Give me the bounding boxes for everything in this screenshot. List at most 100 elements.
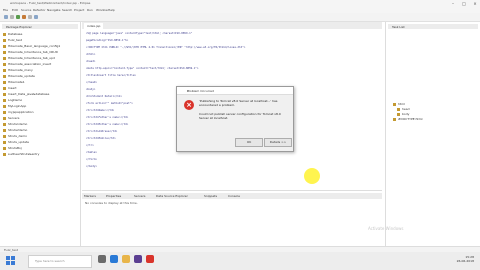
menu-item[interactable]: File (3, 8, 8, 12)
outline-item[interactable]: html (393, 102, 405, 106)
menu-item[interactable]: Window (96, 8, 108, 12)
folder-icon (3, 146, 6, 150)
code-line: <!DOCTYPE html PUBLIC "-//W3C//DTD HTML … (86, 46, 246, 49)
project-item[interactable]: StrutsBoj (3, 146, 22, 150)
project-label: Insert (8, 86, 17, 90)
menu-item[interactable]: Navigate (47, 8, 60, 12)
folder-icon (3, 86, 6, 90)
menu-item[interactable]: Search (62, 8, 72, 12)
folder-icon (3, 122, 6, 126)
project-item[interactable]: LogDemo (3, 98, 22, 102)
title-bar: workspace - Fuzz_test/WebContent/index.j… (0, 0, 480, 7)
console-tab[interactable]: Snippets (204, 194, 217, 198)
package-explorer-title: Package Explorer (6, 25, 32, 29)
code-line: </head> (86, 81, 97, 84)
code-line: <%@ page language="java" contentType="te… (86, 32, 193, 35)
project-item[interactable]: Hibernate1 (3, 80, 25, 84)
console-tab[interactable]: Console (228, 194, 240, 198)
menu-item[interactable]: Edit (12, 8, 18, 12)
project-label: Struts_demo (8, 134, 27, 138)
project-item[interactable]: Hibernate_Basic_language_config1 (3, 44, 60, 48)
project-item[interactable]: Hibernate_many (3, 68, 33, 72)
edge-icon[interactable] (110, 255, 118, 263)
tab-index-jsp[interactable]: index.jsp (84, 23, 104, 29)
project-item[interactable]: Struts2demo (3, 128, 27, 132)
save-icon[interactable] (10, 15, 14, 19)
console-tab[interactable]: Properties (106, 194, 121, 198)
folder-icon (3, 80, 6, 84)
project-label: Insert_Data_java&database (8, 92, 50, 96)
menu-item[interactable]: Source (21, 8, 31, 12)
project-item[interactable]: Struts_update (3, 140, 29, 144)
start-icon[interactable] (6, 256, 15, 265)
folder-icon (3, 152, 6, 156)
error-dialog: Problem Occurred × × 'Publishing to Tomc… (176, 86, 294, 152)
editor-tabs: index.jsp (82, 22, 382, 29)
debug-icon[interactable] (22, 15, 26, 19)
ok-button[interactable]: OK (235, 138, 263, 147)
folder-icon (3, 50, 6, 54)
task-view-icon[interactable] (98, 255, 106, 263)
project-item[interactable]: Servers (3, 116, 19, 120)
menu-item[interactable]: Refactor (33, 8, 46, 12)
console-tab[interactable]: Markers (84, 194, 96, 198)
project-item[interactable]: Hibernate_association_insert (3, 62, 51, 66)
console-tabs: Markers Properties Servers Data Source Expl… (82, 193, 382, 199)
chrome-icon[interactable] (146, 255, 154, 263)
menu-item[interactable]: Run (87, 8, 93, 12)
code-line: <tr><td>Mobile</td> (86, 137, 116, 140)
project-item[interactable]: Struts_demo (3, 134, 27, 138)
code-line: <head> (86, 60, 96, 63)
folder-icon (3, 56, 6, 60)
folder-icon (3, 98, 6, 102)
project-item[interactable]: MyLoginApp (3, 104, 26, 108)
search-icon[interactable] (28, 15, 32, 19)
folder-icon (3, 128, 6, 132)
search-placeholder: Type here to search (35, 259, 65, 263)
menu-item[interactable]: Project (74, 8, 84, 12)
project-label: Hibernate1 (8, 80, 25, 84)
dialog-titlebar: Problem Occurred × (177, 87, 293, 95)
minimize-icon[interactable]: – (448, 0, 458, 7)
outline-item[interactable]: head (397, 107, 410, 111)
project-item[interactable]: Struts1demo (3, 122, 27, 126)
console-panel: Markers Properties Servers Data Source Expl… (82, 190, 382, 247)
console-tab[interactable]: Servers (134, 194, 145, 198)
menu-item[interactable]: Help (108, 8, 115, 12)
code-line: <form action="" method="post"> (86, 102, 133, 105)
close-icon[interactable]: × (470, 0, 480, 7)
folder-icon (3, 74, 6, 78)
new-icon[interactable] (4, 15, 8, 19)
maximize-icon[interactable]: □ (459, 0, 469, 7)
folder-icon (3, 116, 6, 120)
dialog-close-icon[interactable]: × (187, 89, 291, 93)
toolbar (0, 13, 480, 22)
code-line: </body> (86, 165, 97, 168)
project-item[interactable]: myjspapplication (3, 110, 34, 114)
project-label: Struts_update (8, 140, 30, 144)
folder-icon (3, 134, 6, 138)
file-explorer-icon[interactable] (122, 255, 130, 263)
project-item[interactable]: Hibernate_Inheritance_tab_CRUD (3, 50, 58, 54)
project-label: Hibernate_many (8, 68, 33, 72)
project-item[interactable]: sudheerStruts&entry (3, 152, 39, 156)
project-item[interactable]: Insert (3, 86, 17, 90)
outline-item[interactable]: body (397, 112, 409, 116)
project-item[interactable]: Fuzz_test (3, 38, 22, 42)
project-label: Hibernate_Basic_language_config1 (8, 44, 61, 48)
project-item[interactable]: Hibernate_Inheritance_tab_upd (3, 56, 55, 60)
folder-icon (3, 38, 6, 42)
details-button[interactable]: Details >> (264, 138, 292, 147)
project-item[interactable]: Hibernate_update (3, 74, 35, 78)
code-line: <body> (86, 88, 96, 91)
clock[interactable]: 15:28 26-06-2018 (457, 255, 474, 263)
back-icon[interactable] (34, 15, 38, 19)
taskbar-search-input[interactable]: Type here to search (28, 255, 92, 268)
console-tab[interactable]: Data Source Explorer (156, 194, 188, 198)
outline-item[interactable]: #DOCTYPE:html (393, 117, 423, 121)
project-item[interactable]: Insert_Data_java&database (3, 92, 49, 96)
project-item[interactable]: Database (3, 32, 22, 36)
eclipse-icon[interactable] (134, 255, 142, 263)
run-icon[interactable] (16, 15, 20, 19)
code-line: <html> (86, 53, 96, 56)
